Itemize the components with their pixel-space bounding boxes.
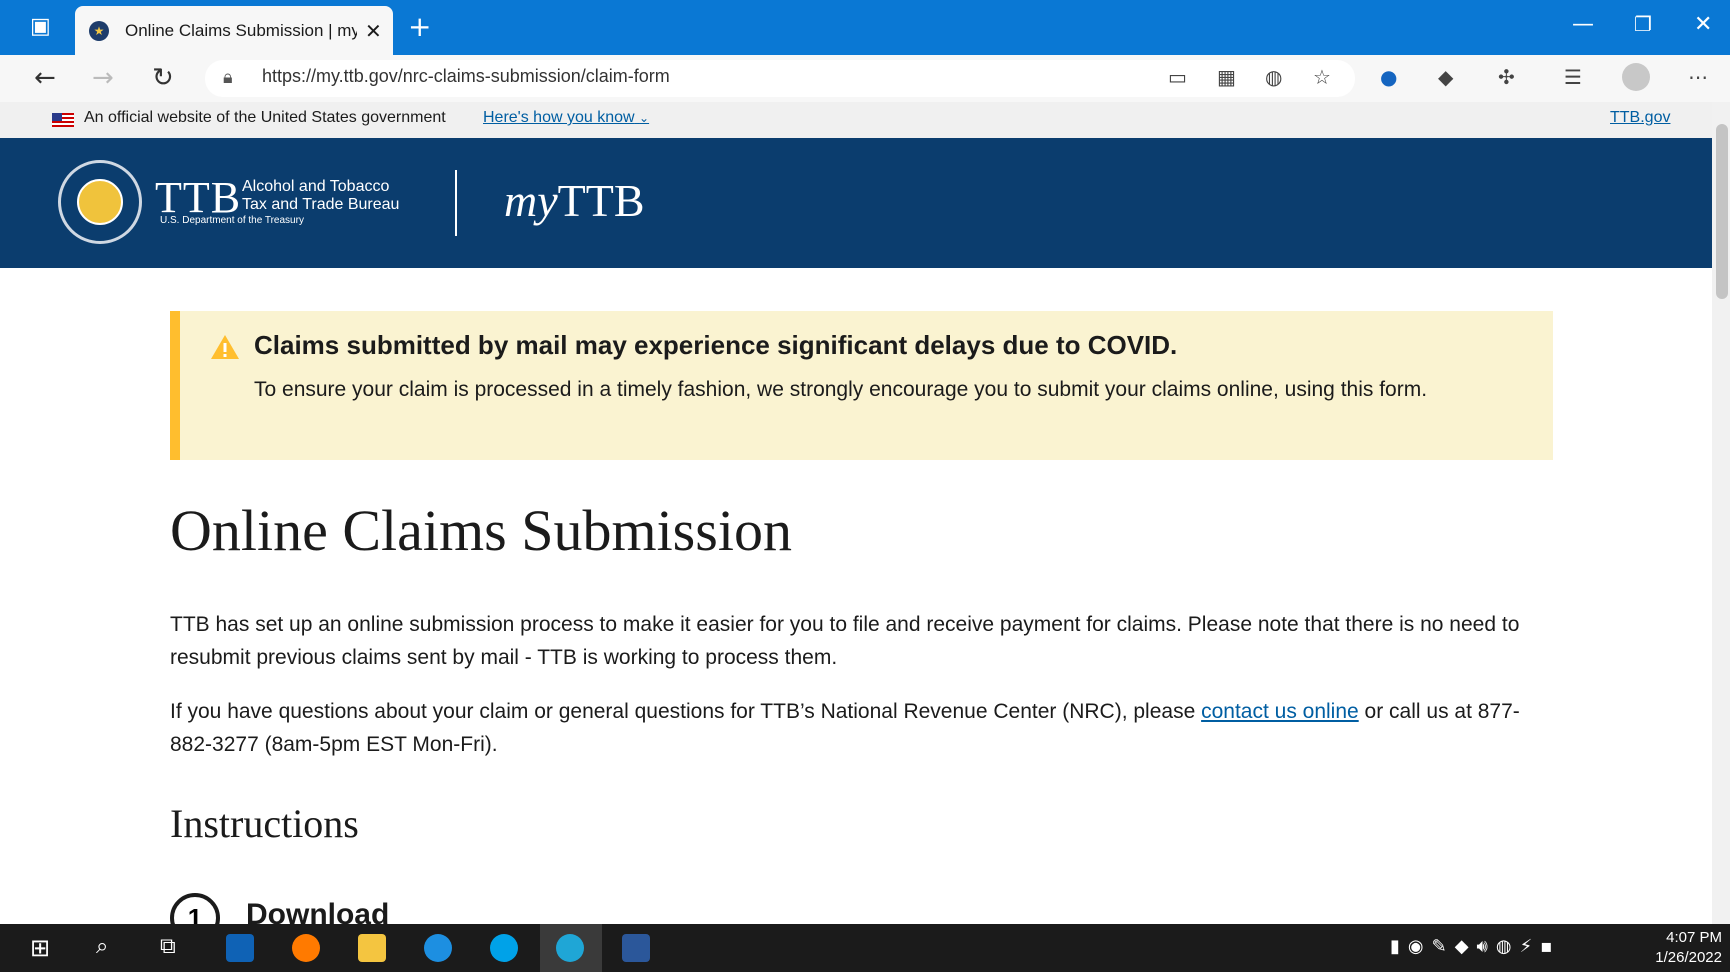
outlook-icon[interactable] — [226, 934, 254, 962]
refresh-icon[interactable]: ↻ — [152, 63, 174, 93]
extension-icon[interactable]: ● — [1380, 65, 1397, 89]
warning-icon — [211, 335, 239, 359]
contact-paragraph: If you have questions about your claim o… — [170, 695, 1550, 761]
extensions-icon[interactable]: ✣ — [1498, 65, 1515, 89]
file-explorer-icon[interactable] — [358, 934, 386, 962]
lock-icon[interactable]: 🔒︎ — [223, 67, 233, 88]
search-icon[interactable]: ⌕ — [96, 934, 108, 959]
alert-heading: Claims submitted by mail may experience … — [254, 330, 1178, 360]
qr-code-icon[interactable]: ▦ — [1217, 65, 1236, 89]
us-flag-icon — [52, 113, 74, 127]
back-icon[interactable]: ← — [34, 63, 56, 93]
browser-tab[interactable]: ★ Online Claims Submission | myTTB ✕ — [75, 6, 393, 55]
profile-avatar-icon[interactable] — [1622, 63, 1650, 91]
ttb-seal-icon[interactable] — [58, 160, 142, 244]
firefox-icon[interactable] — [292, 934, 320, 962]
clock-time: 4:07 PM — [1666, 929, 1722, 946]
chevron-down-icon: ⌄ — [639, 111, 650, 125]
contact-us-link[interactable]: contact us online — [1201, 700, 1359, 723]
word-icon[interactable] — [622, 934, 650, 962]
app-name[interactable]: myTTB — [504, 174, 645, 227]
clock-date: 1/26/2022 — [1655, 949, 1722, 966]
contact-text-before: If you have questions about your claim o… — [170, 700, 1202, 723]
extension-2-icon[interactable]: ◆ — [1438, 65, 1453, 89]
header-divider — [455, 170, 457, 236]
taskbar-clock[interactable]: 4:07 PM 1/26/2022 — [1652, 928, 1722, 968]
page-title: Online Claims Submission — [170, 498, 792, 563]
logo-line-3: U.S. Department of the Treasury — [160, 215, 304, 226]
close-window-icon[interactable]: ✕ — [1694, 12, 1712, 37]
forward-icon[interactable]: → — [92, 63, 114, 93]
logo-line-1: Alcohol and Tobacco — [242, 178, 390, 195]
tab-title: Online Claims Submission | myTTB — [125, 20, 357, 40]
tab-actions-icon[interactable]: ▣ — [30, 14, 51, 39]
new-tab-icon[interactable]: + — [408, 10, 431, 43]
gov-banner-text: An official website of the United States… — [84, 109, 446, 126]
app-name-text: TTB — [557, 175, 645, 226]
scrollbar-thumb[interactable] — [1716, 124, 1728, 299]
ttb-gov-link[interactable]: TTB.gov — [1610, 109, 1670, 127]
restore-icon[interactable]: ❐ — [1634, 12, 1652, 36]
edge-icon[interactable] — [556, 934, 584, 962]
task-view-icon[interactable]: ⧉ — [160, 934, 176, 959]
how-you-know-link[interactable]: Here's how you know ⌄ — [483, 109, 649, 127]
address-bar-row: ← → ↻ 🔒︎ https://my.ttb.gov/nrc-claims-s… — [0, 55, 1730, 103]
how-you-know-label: Here's how you know — [483, 109, 635, 126]
instructions-heading: Instructions — [170, 801, 359, 846]
add-favorite-icon[interactable]: ☆ — [1313, 65, 1331, 89]
windows-start-icon[interactable]: ⊞ — [30, 934, 50, 962]
logo-line-2: Tax and Trade Bureau — [242, 196, 400, 213]
close-tab-icon[interactable]: ✕ — [365, 19, 382, 43]
app-available-icon[interactable]: ▭ — [1168, 65, 1187, 89]
favorites-icon[interactable]: ☰ — [1564, 65, 1582, 89]
system-tray-icons[interactable]: ▮◉✎◆🔊︎◍⚡▪ — [1390, 936, 1560, 957]
url-input[interactable]: https://my.ttb.gov/nrc-claims-submission… — [262, 66, 670, 87]
app-prefix: my — [504, 175, 558, 226]
alert-body: To ensure your claim is processed in a t… — [254, 378, 1428, 401]
more-menu-icon[interactable]: ⋯ — [1688, 65, 1708, 89]
internet-explorer-icon[interactable] — [424, 934, 452, 962]
skype-icon[interactable] — [490, 934, 518, 962]
tracking-prevention-icon[interactable]: ◍ — [1265, 65, 1282, 89]
intro-paragraph: TTB has set up an online submission proc… — [170, 613, 1520, 669]
minimize-icon[interactable]: — — [1572, 12, 1594, 37]
ttb-favicon-icon: ★ — [89, 20, 109, 41]
